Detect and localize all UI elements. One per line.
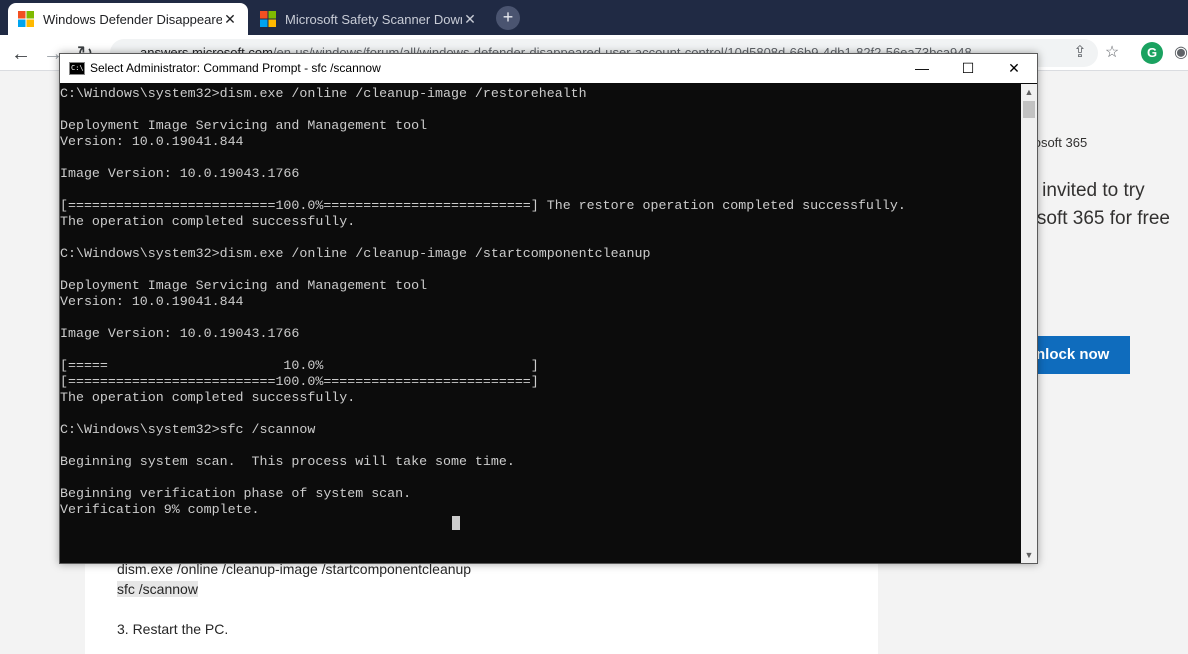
promo-text: rosoft 365 for free [1020,208,1170,229]
console-line: [==========================100.0%=======… [60,198,906,213]
command-prompt-window[interactable]: C:\ Select Administrator: Command Prompt… [59,53,1038,564]
console-line: Beginning verification phase of system s… [60,486,412,501]
article-line-highlighted: sfc /scannow [117,581,198,597]
console-line: [==========================100.0%=======… [60,374,539,389]
console-line: Beginning system scan. This process will… [60,454,515,469]
console-line: C:\Windows\system32>dism.exe /online /cl… [60,246,651,261]
share-icon[interactable]: ⇪ [1069,42,1091,64]
microsoft-logo-icon [260,11,276,27]
console-app-icon: C:\ [69,62,85,75]
browser-tab-bar: Windows Defender Disappeared ✕ Microsoft… [0,0,1188,35]
console-scrollbar[interactable]: ▲ ▼ [1021,84,1037,563]
console-line: The operation completed successfully. [60,390,356,405]
close-button[interactable]: ✕ [991,54,1037,83]
console-line: [===== 10.0% ] [60,358,539,373]
close-icon[interactable]: ✕ [222,11,238,28]
console-line: Image Version: 10.0.19043.1766 [60,166,300,181]
grammarly-icon[interactable]: G [1141,42,1163,64]
console-title: Select Administrator: Command Prompt - s… [90,61,381,75]
console-line: Deployment Image Servicing and Managemen… [60,278,428,293]
minimize-button[interactable]: — [899,54,945,83]
console-output[interactable]: C:\Windows\system32>dism.exe /online /cl… [60,84,1021,563]
back-icon[interactable]: ← [8,41,34,67]
scroll-down-icon[interactable]: ▼ [1021,547,1037,563]
console-line: C:\Windows\system32>dism.exe /online /cl… [60,86,587,101]
console-line: Version: 10.0.19041.844 [60,294,244,309]
new-tab-button[interactable]: + [496,6,520,30]
close-icon[interactable]: ✕ [462,11,478,28]
console-line: The operation completed successfully. [60,214,356,229]
text-cursor [452,516,460,530]
microsoft-logo-icon [18,11,34,27]
console-line: Verification 9% complete. [60,502,260,517]
scrollbar-thumb[interactable] [1023,101,1035,118]
console-line: Version: 10.0.19041.844 [60,134,244,149]
promo-text: re invited to try [1020,180,1145,201]
tab-safety-scanner[interactable]: Microsoft Safety Scanner Downlo ✕ [250,3,488,35]
tab-title: Windows Defender Disappeared [43,11,222,27]
console-title-bar[interactable]: C:\ Select Administrator: Command Prompt… [60,54,1037,83]
globe-icon[interactable]: ◉ [1170,42,1188,64]
article-line: 3. Restart the PC. [117,621,229,637]
console-line: Deployment Image Servicing and Managemen… [60,118,428,133]
scroll-up-icon[interactable]: ▲ [1021,84,1037,100]
console-line: C:\Windows\system32>sfc /scannow [60,422,316,437]
console-line: Image Version: 10.0.19043.1766 [60,326,300,341]
tab-title: Microsoft Safety Scanner Downlo [285,11,462,27]
tab-windows-defender[interactable]: Windows Defender Disappeared ✕ [8,3,248,35]
maximize-button[interactable]: ☐ [945,54,991,83]
star-icon[interactable]: ☆ [1101,42,1123,64]
